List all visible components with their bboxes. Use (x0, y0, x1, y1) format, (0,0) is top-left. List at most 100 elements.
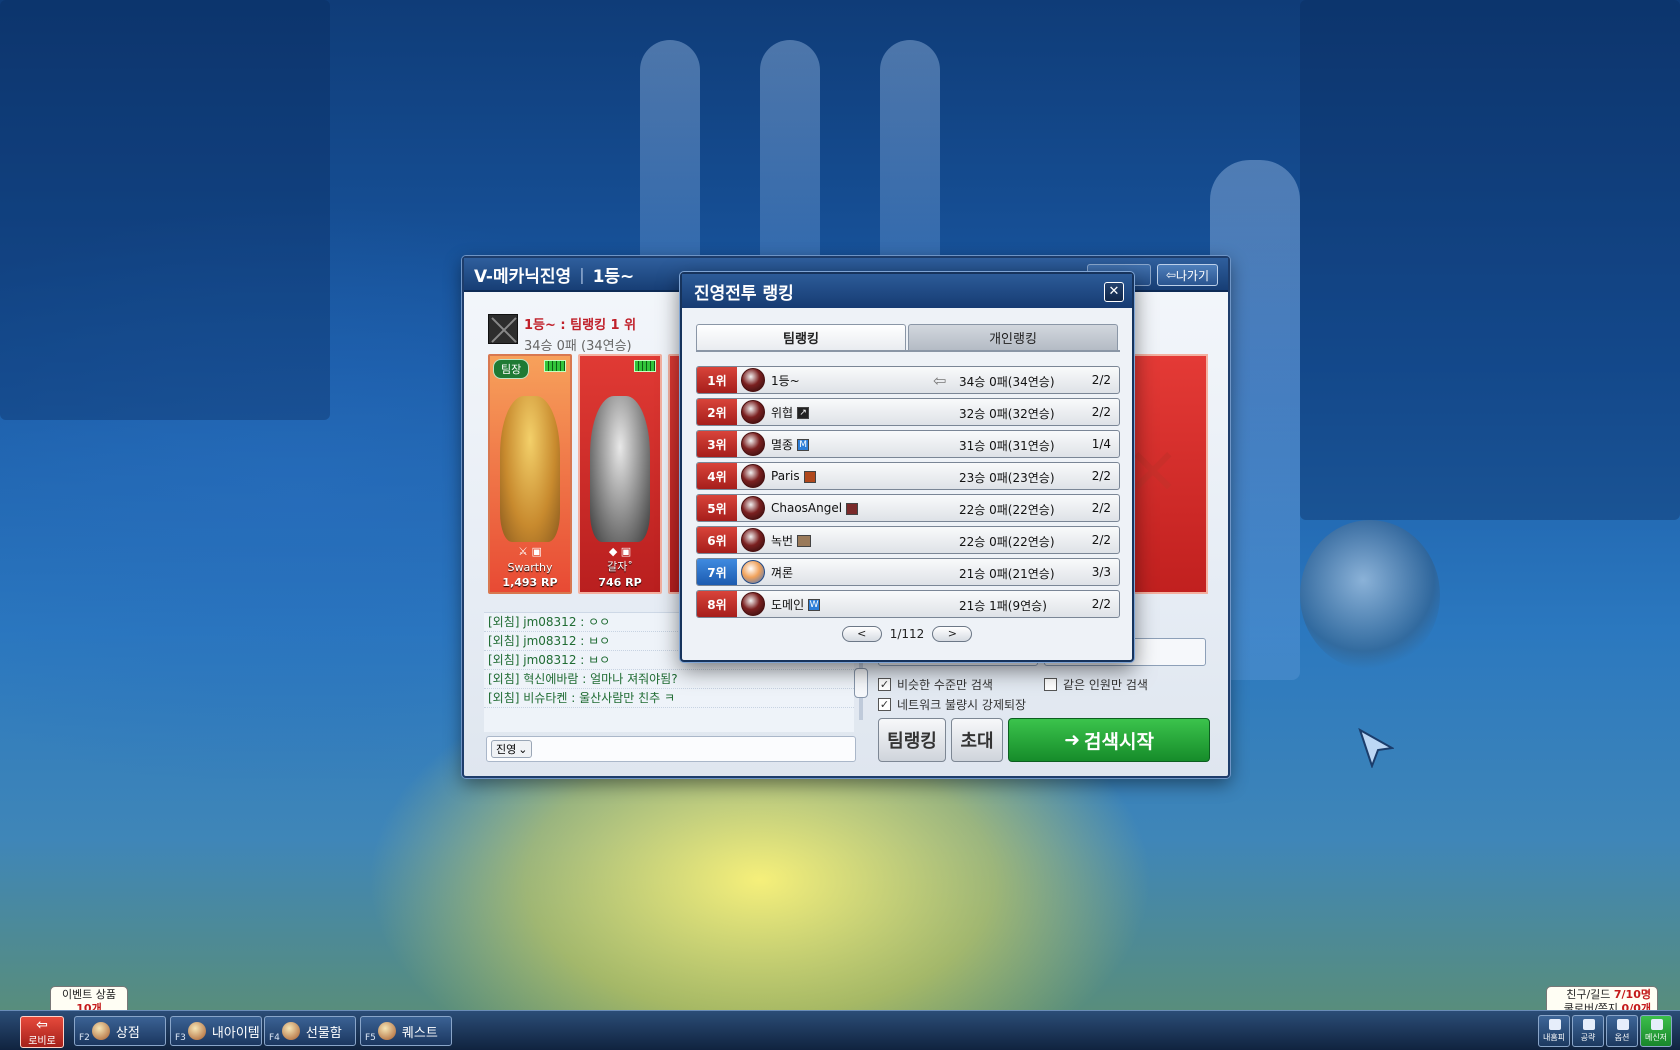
team-name: 녹번 (771, 532, 812, 549)
background-wall-panel (1300, 0, 1680, 520)
gift-box-button[interactable]: F4 선물함 (264, 1016, 356, 1046)
ranking-row[interactable]: 7위 껴론 21승 0패(21연승) 3/3 (696, 558, 1120, 586)
scroll-thumb[interactable] (854, 668, 868, 698)
homepage-button[interactable]: 내홈피 (1538, 1015, 1570, 1047)
team-name: 위협 ↗ (771, 404, 810, 421)
team-record: 23승 0패(23연승) (959, 471, 1055, 485)
guild-mark-icon (846, 502, 859, 515)
ranking-row[interactable]: 2위 위협 ↗ 32승 0패(32연승) 2/2 (696, 398, 1120, 426)
invite-button[interactable]: 초대 (951, 718, 1003, 762)
search-start-button[interactable]: ➜ 검색시작 (1008, 718, 1210, 762)
player-slot[interactable]: ◆ ▣ 갈자˚ 746 RP (578, 354, 662, 594)
team-members: 2/2 (1091, 501, 1111, 515)
team-record: 31승 0패(31연승) (959, 439, 1055, 453)
team-avatar-icon (741, 400, 765, 424)
team-name-text: 녹번 (771, 533, 794, 548)
team-record: 22승 0패(22연승) (959, 503, 1055, 517)
arrow-right-icon: ➜ (1064, 729, 1080, 751)
chat-line: [외침] 비슈타켄 : 울산사람만 친추 ㅋ (484, 689, 854, 708)
ranking-list: 1위 1등~ ⇦ 34승 0패(34연승) 2/2 2위 위협 ↗ 32승 0패(… (696, 366, 1120, 622)
background-sword (760, 40, 820, 290)
team-record: 22승 0패(22연승) (959, 535, 1055, 549)
background-wall-panel (0, 0, 330, 420)
background-sword (880, 40, 940, 290)
team-name: 껴론 (771, 565, 794, 580)
my-items-button[interactable]: F3 내아이템 (170, 1016, 262, 1046)
ranking-row[interactable]: 3위 멸종 M 31승 0패(31연승) 1/4 (696, 430, 1120, 458)
shop-button[interactable]: F2 상점 (74, 1016, 166, 1046)
my-team-arrow-icon: ⇦ (933, 371, 947, 390)
closed-slot-icon: ✕ (1126, 436, 1180, 510)
rank-number: 1위 (697, 367, 737, 393)
tab-team-ranking[interactable]: 팀랭킹 (696, 324, 906, 350)
background-shield (1300, 520, 1440, 670)
player-rp: 746 RP (598, 576, 642, 589)
prev-page-button[interactable]: < (841, 626, 882, 642)
ranking-row[interactable]: 4위 Paris 23승 0패(23연승) 2/2 (696, 462, 1120, 490)
ranking-row[interactable]: 6위 녹번 22승 0패(22연승) 2/2 (696, 526, 1120, 554)
hotkey-label: F4 (269, 1033, 280, 1043)
rank-number: 7위 (697, 559, 737, 585)
tab-personal-ranking[interactable]: 개인랭킹 (908, 324, 1118, 350)
tab-divider (696, 350, 1120, 352)
bag-icon (187, 1022, 206, 1040)
team-name-text: 멸종 (771, 437, 794, 452)
quest-button[interactable]: F5 퀘스트 (360, 1016, 452, 1046)
ranking-row[interactable]: 5위 ChaosAngel 22승 0패(22연승) 2/2 (696, 494, 1120, 522)
team-record-text: 34승 0패 (34연승) (524, 339, 632, 354)
exit-button[interactable]: ⇦ 나가기 (1156, 264, 1218, 286)
room-name: 1등~ (592, 266, 635, 287)
team-members: 2/2 (1091, 469, 1111, 483)
hotkey-label: F3 (175, 1033, 186, 1043)
guild-mark-icon: W (808, 599, 821, 611)
rank-icons: ◆ ▣ (608, 545, 632, 558)
team-avatar-icon (741, 560, 765, 584)
title-separator: | (579, 264, 585, 284)
player-slot[interactable]: 팀장 ⚔ ▣ Swarthy 1,493 RP (488, 354, 572, 594)
team-record: 34승 0패(34연승) (959, 375, 1055, 389)
chat-channel-select[interactable]: 진영 ⌄ (491, 740, 533, 758)
next-page-button[interactable]: > (932, 626, 973, 642)
chat-input[interactable]: 진영 ⌄ (486, 736, 856, 762)
team-members: 2/2 (1091, 533, 1111, 547)
team-avatar-icon (741, 464, 765, 488)
ranking-popup: 진영전투 랭킹 ✕ 팀랭킹 개인랭킹 1위 1등~ ⇦ 34승 0패(34연승)… (680, 272, 1134, 662)
options-button[interactable]: 옵션 (1606, 1015, 1638, 1047)
force-exit-checkbox[interactable]: ✓ 네트워크 불량시 강제퇴장 (878, 694, 1026, 714)
shop-icon (91, 1022, 110, 1040)
hotkey-label: F2 (79, 1033, 90, 1043)
team-rank-text: 1등~ : 팀랭킹 1 위 (524, 318, 637, 333)
guide-button[interactable]: 공략 (1572, 1015, 1604, 1047)
close-button[interactable]: ✕ (1104, 282, 1124, 302)
lobby-button-label: 로비로 (28, 1036, 56, 1047)
chat-line: [외침] 혁신에바람 : 얼마나 져줘야됨? (484, 670, 854, 689)
room-title: V-메카닉진영 (474, 266, 572, 287)
same-members-checkbox[interactable]: 같은 인원만 검색 (1044, 674, 1148, 694)
rank-number: 4위 (697, 463, 737, 489)
background-sword (640, 40, 700, 290)
team-members: 2/2 (1091, 597, 1111, 611)
gift-icon (281, 1022, 300, 1040)
page-indicator: 1/112 (889, 627, 925, 641)
team-avatar-icon (741, 432, 765, 456)
hotkey-label: F5 (365, 1033, 376, 1043)
ranking-row[interactable]: 1위 1등~ ⇦ 34승 0패(34연승) 2/2 (696, 366, 1120, 394)
guild-mark-icon: M (797, 439, 810, 451)
player-rp: 1,493 RP (502, 576, 558, 589)
back-arrow-icon: ⇦ (36, 1017, 48, 1033)
team-members: 2/2 (1091, 373, 1111, 387)
my-items-label: 내아이템 (211, 1025, 260, 1041)
player-name: 갈자˚ (607, 560, 633, 573)
lobby-button[interactable]: ⇦ 로비로 (20, 1016, 64, 1048)
ranking-row[interactable]: 8위 도메인 W 21승 1패(9연승) 2/2 (696, 590, 1120, 618)
character-avatar (590, 396, 650, 542)
back-arrow-icon: ⇦ (1165, 268, 1176, 282)
team-members: 3/3 (1091, 565, 1111, 579)
similar-level-checkbox[interactable]: ✓ 비슷한 수준만 검색 (878, 674, 1026, 694)
force-exit-label: 네트워크 불량시 강제퇴장 (897, 697, 1027, 712)
team-name: 멸종 M (771, 436, 810, 453)
chat-channel-label: 진영 (496, 743, 517, 756)
event-items-title: 이벤트 상품 (61, 988, 117, 1001)
team-ranking-button[interactable]: 팀랭킹 (878, 718, 946, 762)
messenger-button[interactable]: 메신저 (1640, 1015, 1672, 1047)
